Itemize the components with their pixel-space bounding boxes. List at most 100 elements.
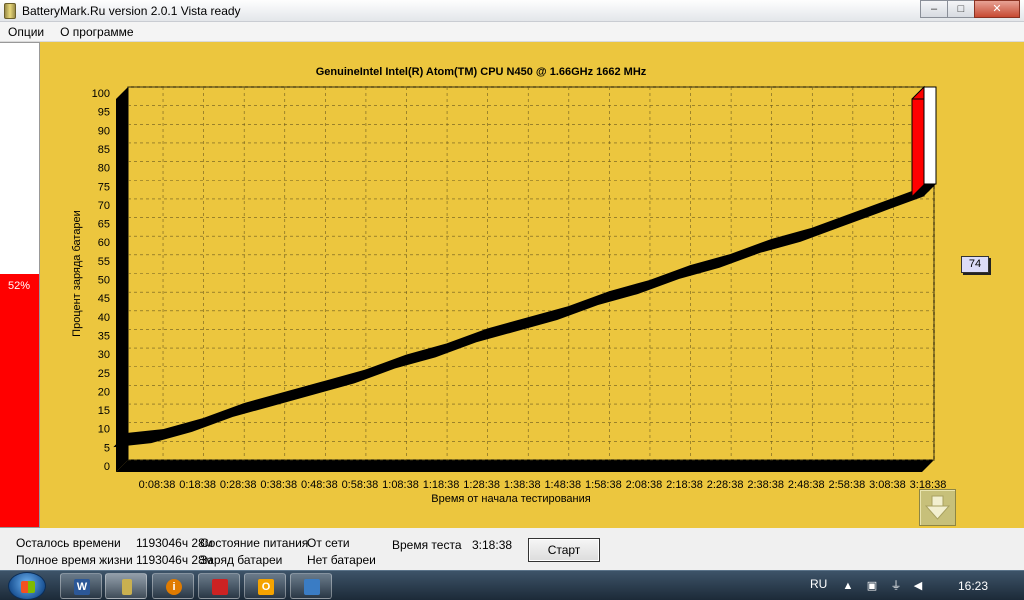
data-point [439, 348, 443, 352]
data-point [845, 218, 849, 222]
word-icon: W [74, 579, 90, 595]
chart-title: GenuineIntel Intel(R) Atom(TM) CPU N450 … [316, 66, 647, 78]
info-icon: i [166, 579, 182, 595]
data-point [601, 296, 605, 300]
taskbar-info[interactable]: i [152, 573, 194, 599]
x-tick-label: 1:28:38 [463, 479, 500, 491]
data-point [804, 233, 808, 237]
y-tick-label: 85 [98, 144, 110, 156]
data-point [358, 374, 362, 378]
language-indicator[interactable]: RU [810, 577, 827, 591]
y-axis-label: Процент заряда батареи [71, 210, 83, 337]
taskbar-floppy[interactable] [198, 573, 240, 599]
full-life-label: Полное время жизни [16, 553, 133, 567]
x-tick-label: 2:08:38 [626, 479, 663, 491]
y-tick-label: 95 [98, 107, 110, 119]
chart-left-wall [116, 87, 128, 472]
power-state-label: Состояние питания [200, 536, 309, 550]
x-tick-label: 3:08:38 [869, 479, 906, 491]
close-button[interactable]: ✕ [974, 0, 1020, 18]
y-tick-label: 70 [98, 200, 110, 212]
x-tick-label: 1:18:38 [423, 479, 460, 491]
data-point [683, 270, 687, 274]
start-menu-button[interactable] [8, 572, 46, 600]
device-icon[interactable]: ▣ [866, 580, 878, 592]
battery-level-fill [0, 274, 39, 527]
network-monitor-icon [304, 579, 320, 595]
data-point [155, 434, 159, 438]
current-value-column-back [923, 86, 937, 185]
x-tick-label: 2:28:38 [707, 479, 744, 491]
chart-floor [116, 460, 934, 472]
x-tick-label: 1:38:38 [504, 479, 541, 491]
y-tick-label: 25 [98, 368, 110, 380]
window-controls: – □ ✕ [920, 0, 1020, 18]
y-tick-label: 75 [98, 181, 110, 193]
test-time-label: Время теста [392, 538, 462, 552]
x-tick-label: 0:28:38 [220, 479, 257, 491]
y-tick-label: 10 [98, 424, 110, 436]
speaker-icon[interactable]: ◀ [912, 580, 924, 592]
data-point [764, 244, 768, 248]
y-tick-label: 55 [98, 256, 110, 268]
data-point [317, 386, 321, 390]
data-point [277, 397, 281, 401]
data-point [480, 333, 484, 337]
battery-level-bar: 52% [0, 42, 40, 528]
menu-bar: Опции О программе [0, 22, 1024, 42]
data-point [561, 311, 565, 315]
taskbar-word[interactable]: W [60, 573, 102, 599]
x-tick-label: 1:48:38 [544, 479, 581, 491]
main-area: 52% 0 5 10 15 20 25 30 35 40 45 50 55 60 65 70 75 80 85 90… [0, 42, 1024, 528]
current-value-badge: 74 [961, 256, 989, 273]
x-tick-label: 2:18:38 [666, 479, 703, 491]
x-tick-label: 0:48:38 [301, 479, 338, 491]
data-point [885, 203, 889, 207]
battery-charge-value: Нет батареи [307, 553, 376, 567]
power-plug-icon[interactable]: ⏚ [890, 580, 902, 592]
data-point [520, 322, 524, 326]
x-axis-label: Время от начала тестирования [431, 493, 591, 505]
battery-chart: 0 5 10 15 20 25 30 35 40 45 50 55 60 65 70 75 80 85 90 95 10… [71, 66, 946, 505]
taskbar-batterymark[interactable] [105, 573, 147, 599]
minimize-button[interactable]: – [920, 0, 948, 18]
power-state-value: От сети [307, 536, 350, 550]
scroll-down-button[interactable] [919, 489, 956, 526]
start-button[interactable]: Старт [528, 538, 600, 562]
data-point [642, 285, 646, 289]
clock[interactable]: 16:23 [958, 579, 988, 593]
taskbar-outlook[interactable]: O [244, 573, 286, 599]
status-panel: Осталось времени 1193046ч 28м Полное вре… [0, 528, 1024, 570]
down-arrow-icon [924, 495, 951, 520]
y-tick-label: 15 [98, 405, 110, 417]
current-value-column [911, 98, 925, 197]
y-tick-label: 60 [98, 237, 110, 249]
menu-options[interactable]: Опции [8, 25, 44, 39]
x-tick-label: 1:58:38 [585, 479, 622, 491]
data-point [196, 423, 200, 427]
window-title: BatteryMark.Ru version 2.0.1 Vista ready [22, 4, 241, 18]
menu-about[interactable]: О программе [60, 25, 133, 39]
x-tick-label: 0:08:38 [139, 479, 176, 491]
y-tick-label: 0 [104, 461, 110, 473]
y-tick-label: 90 [98, 125, 110, 137]
data-point [723, 259, 727, 263]
y-tick-label: 80 [98, 163, 110, 175]
battery-percent-label: 52% [7, 280, 31, 292]
floppy-disk-icon [212, 579, 228, 595]
battery-series-ribbon [113, 183, 935, 448]
taskbar-network[interactable] [290, 573, 332, 599]
show-hidden-icons-icon[interactable]: ▲ [842, 580, 854, 592]
title-bar: BatteryMark.Ru version 2.0.1 Vista ready… [0, 0, 1024, 22]
y-tick-label: 20 [98, 386, 110, 398]
battery-icon [122, 579, 132, 595]
x-tick-label: 2:58:38 [828, 479, 865, 491]
data-point [236, 408, 240, 412]
x-tick-label: 2:48:38 [788, 479, 825, 491]
x-tick-label: 2:38:38 [747, 479, 784, 491]
y-tick-label: 30 [98, 349, 110, 361]
maximize-button[interactable]: □ [947, 0, 975, 18]
y-tick-label: 45 [98, 293, 110, 305]
y-tick-label: 100 [92, 88, 110, 100]
x-tick-label: 0:18:38 [179, 479, 216, 491]
